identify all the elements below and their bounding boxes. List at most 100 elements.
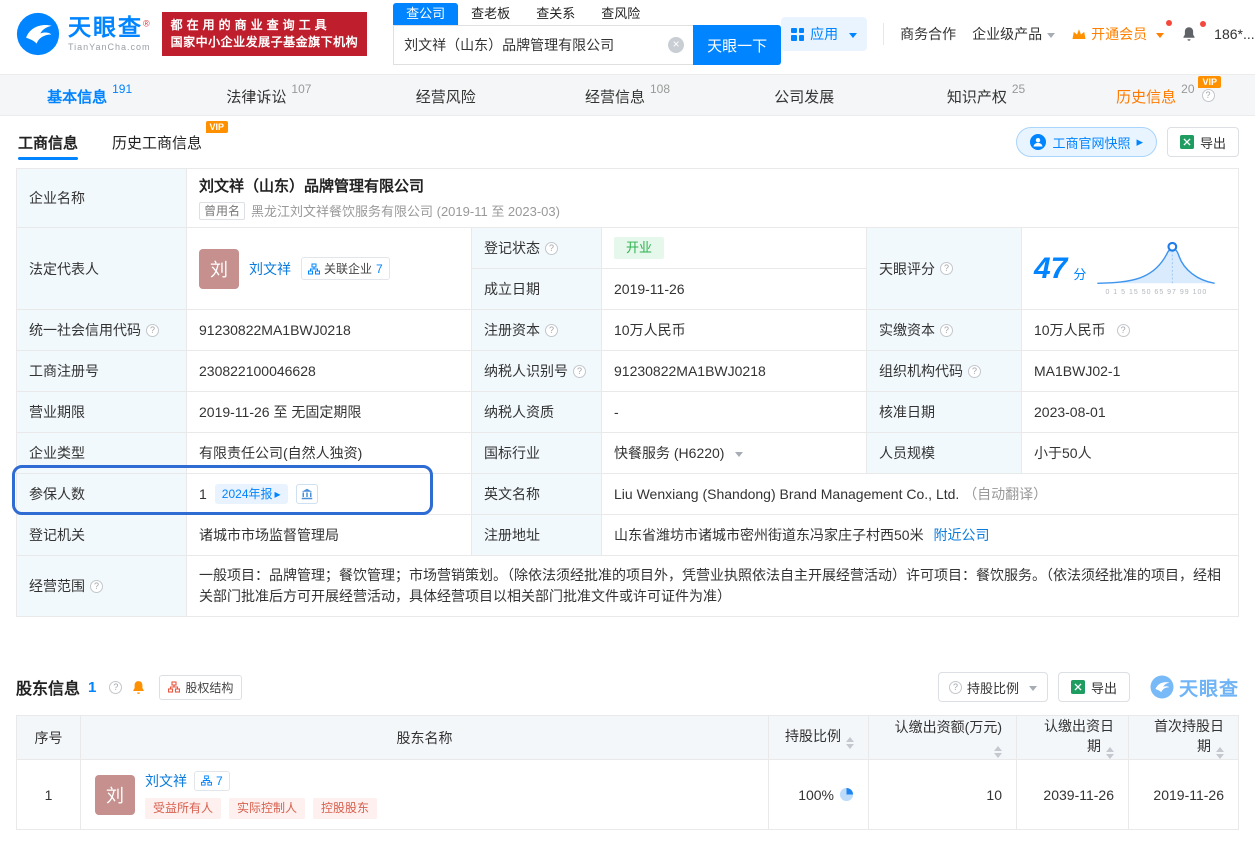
annual-report-chip[interactable]: 2024年报 ▸ xyxy=(215,484,288,504)
account-phone[interactable]: 186*... xyxy=(1214,26,1254,42)
english-name-value: Liu Wenxiang (Shandong) Brand Management… xyxy=(614,486,959,502)
sort-icon[interactable] xyxy=(1106,747,1114,759)
export-button[interactable]: 导出 xyxy=(1058,672,1130,702)
ratio-filter-dropdown[interactable]: ? 持股比例 xyxy=(938,672,1048,702)
business-scope-cell: 一般项目：品牌管理；餐饮管理；市场营销策划。（除依法须经批准的项目外，凭营业执照… xyxy=(187,556,1239,617)
auto-translate-note: （自动翻译） xyxy=(963,486,1047,502)
business-info-table: 企业名称 刘文祥（山东）品牌管理有限公司 曾用名 黑龙江刘文祥餐饮服务有限公司 … xyxy=(16,168,1239,617)
search-area: 查公司 查老板 查关系 查风险 × 天眼一下 xyxy=(393,3,781,65)
th-first-holding-date[interactable]: 首次持股日期 xyxy=(1129,716,1239,760)
vip-membership-label: 开通会员 xyxy=(1091,24,1147,44)
help-icon[interactable]: ? xyxy=(1117,324,1130,337)
paid-capital-label: 实缴资本? xyxy=(867,310,1022,351)
sort-icon[interactable] xyxy=(1216,747,1224,759)
tianyancha-logo[interactable]: 天眼查® TianYanCha.com xyxy=(16,12,152,56)
ratio-value: 100% xyxy=(798,787,834,803)
help-icon[interactable]: ? xyxy=(940,262,953,275)
industry-value[interactable]: 快餐服务 (H6220) xyxy=(614,443,724,463)
business-cooperation-link[interactable]: 商务合作 xyxy=(900,24,956,44)
org-chart-icon xyxy=(201,775,212,786)
annual-report-label: 2024年报 xyxy=(222,484,273,504)
tab-business-info[interactable]: 经营信息108 xyxy=(538,75,717,115)
search-button[interactable]: 天眼一下 xyxy=(693,25,781,65)
search-tab-risk[interactable]: 查风险 xyxy=(588,3,653,25)
reg-capital-label: 注册资本? xyxy=(472,310,602,351)
help-icon[interactable]: ? xyxy=(90,580,103,593)
search-tab-relation[interactable]: 查关系 xyxy=(523,3,588,25)
th-ratio[interactable]: 持股比例 xyxy=(769,716,869,760)
english-name-cell: Liu Wenxiang (Shandong) Brand Management… xyxy=(602,474,1239,515)
apps-label: 应用 xyxy=(810,24,838,44)
shareholder-name-link[interactable]: 刘文祥 xyxy=(145,771,187,791)
pie-chart-icon[interactable] xyxy=(839,787,854,802)
help-icon[interactable]: ? xyxy=(146,324,159,337)
score-cell: 47 分 0 1 5 15 50 65 97 99 100 xyxy=(1022,228,1239,310)
enterprise-products-link[interactable]: 企业级产品 xyxy=(972,24,1055,44)
help-icon[interactable]: ? xyxy=(545,324,558,337)
related-companies-badge[interactable]: 关联企业 7 xyxy=(301,257,390,280)
tab-operation-risk[interactable]: 经营风险 xyxy=(359,75,538,115)
english-name-label: 英文名称 xyxy=(472,474,602,515)
tab-legal-proceedings[interactable]: 法律诉讼107 xyxy=(179,75,358,115)
official-snapshot-button[interactable]: 工商官网快照 ▸ xyxy=(1016,127,1157,157)
logo-domain: TianYanCha.com xyxy=(68,43,152,53)
subtab-business-registration[interactable]: 工商信息 xyxy=(16,117,80,168)
legal-rep-link[interactable]: 刘文祥 xyxy=(249,259,291,279)
help-icon[interactable]: ? xyxy=(573,365,586,378)
tag-actual-controller[interactable]: 实际控制人 xyxy=(229,798,305,819)
search-tab-company[interactable]: 查公司 xyxy=(393,3,458,25)
shareholder-avatar[interactable]: 刘 xyxy=(95,775,135,815)
th-subscribed-date[interactable]: 认缴出资日期 xyxy=(1017,716,1129,760)
org-chart-icon xyxy=(308,263,320,275)
notifications-bell-icon[interactable] xyxy=(1180,25,1198,43)
company-type-value: 有限责任公司(自然人独资) xyxy=(187,433,472,474)
search-input[interactable] xyxy=(393,25,693,65)
chevron-down-icon xyxy=(1047,33,1055,42)
snapshot-person-icon xyxy=(1030,134,1046,150)
score-axis-ticks: 0 1 5 15 50 65 97 99 100 xyxy=(1105,289,1207,296)
slogan-line2: 国家中小企业发展子基金旗下机构 xyxy=(171,34,359,51)
export-label: 导出 xyxy=(1200,133,1226,152)
related-companies-badge[interactable]: 7 xyxy=(194,771,230,791)
apps-menu-button[interactable]: 应用 xyxy=(781,17,867,51)
legal-rep-avatar[interactable]: 刘 xyxy=(199,249,239,289)
shareholders-section: 股东信息 1 ? 股权结构 ? 持股比例 导出 xyxy=(16,669,1239,830)
help-icon[interactable]: ? xyxy=(940,324,953,337)
nearby-companies-link[interactable]: 附近公司 xyxy=(933,527,989,543)
help-icon[interactable]: ? xyxy=(1202,89,1215,102)
monitor-bell-icon[interactable] xyxy=(130,679,147,696)
building-icon xyxy=(301,488,313,500)
chevron-down-icon[interactable] xyxy=(735,452,743,461)
export-button[interactable]: 导出 xyxy=(1167,127,1239,157)
search-tab-boss[interactable]: 查老板 xyxy=(458,3,523,25)
tab-history-info[interactable]: VIP 历史信息20 ? xyxy=(1076,75,1255,115)
shareholders-actions: ? 持股比例 导出 天眼查 xyxy=(938,672,1239,702)
help-icon[interactable]: ? xyxy=(109,681,122,694)
tab-basic-info[interactable]: 基本信息191 xyxy=(0,75,179,115)
tianyancha-logo-icon xyxy=(16,12,60,56)
help-icon[interactable]: ? xyxy=(968,365,981,378)
watermark-text: 天眼查 xyxy=(1179,674,1239,701)
sort-icon[interactable] xyxy=(994,746,1002,758)
tag-beneficial-owner[interactable]: 受益所有人 xyxy=(145,798,221,819)
help-icon[interactable]: ? xyxy=(545,242,558,255)
tag-controlling-shareholder[interactable]: 控股股东 xyxy=(313,798,377,819)
first-holding-date-value: 2019-11-26 xyxy=(1129,760,1239,830)
slogan-banner: 都在用的商业查询工具 国家中小企业发展子基金旗下机构 xyxy=(162,12,368,56)
building-icon-button[interactable] xyxy=(296,484,318,504)
sort-icon[interactable] xyxy=(846,737,854,749)
vip-membership-link[interactable]: 开通会员 xyxy=(1071,24,1164,44)
insured-value: 1 xyxy=(199,486,207,502)
tab-intellectual-property[interactable]: 知识产权25 xyxy=(896,75,1075,115)
business-info-table-wrap: 企业名称 刘文祥（山东）品牌管理有限公司 曾用名 黑龙江刘文祥餐饮服务有限公司 … xyxy=(16,168,1239,617)
th-subscribed-amount[interactable]: 认缴出资额(万元) xyxy=(869,716,1017,760)
header-right: 应用 商务合作 企业级产品 开通会员 186*... xyxy=(781,17,1254,51)
business-scope-value: 一般项目：品牌管理；餐饮管理；市场营销策划。（除依法须经批准的项目外，凭营业执照… xyxy=(199,556,1226,616)
apps-grid-icon xyxy=(791,28,804,41)
main-nav-tabs: 基本信息191 法律诉讼107 经营风险 经营信息108 公司发展 知识产权25… xyxy=(0,74,1255,116)
subtab-history-registration[interactable]: 历史工商信息 VIP xyxy=(110,117,204,168)
subscribed-amount-value: 10 xyxy=(869,760,1017,830)
tab-company-development[interactable]: 公司发展 xyxy=(717,75,896,115)
equity-structure-button[interactable]: 股权结构 xyxy=(159,675,242,700)
tab-label: 公司发展 xyxy=(774,86,834,107)
